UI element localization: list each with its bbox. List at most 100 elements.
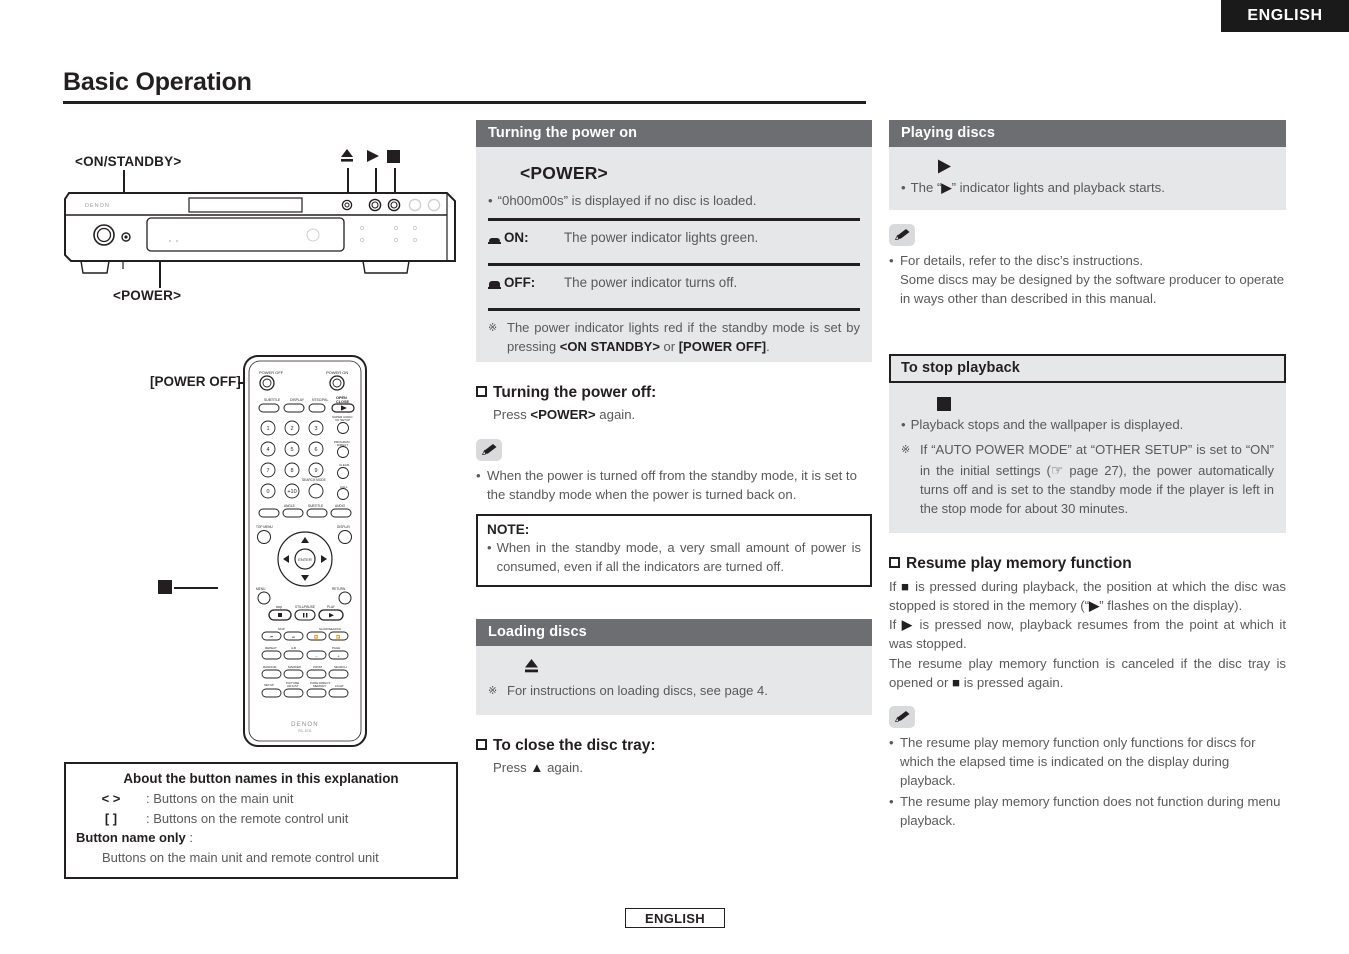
stop-symbol: ■ <box>901 578 911 594</box>
svg-text:DISPLAY: DISPLAY <box>290 398 305 402</box>
svg-text:SKIP: SKIP <box>278 627 285 631</box>
power-off-key: OFF: <box>504 274 536 290</box>
svg-text:⏭: ⏭ <box>292 635 295 639</box>
subheading-label: Turning the power off: <box>493 384 657 402</box>
subheading-close-disc-tray: To close the disc tray: <box>476 737 872 755</box>
resume-notes: • The resume play memory function only f… <box>889 733 1286 830</box>
svg-text:MENU: MENU <box>256 587 266 591</box>
legend-desc-main-unit: : Buttons on the main unit <box>146 791 294 806</box>
bullet-dot: • <box>889 252 894 268</box>
svg-text:AUDIO: AUDIO <box>335 504 346 508</box>
svg-text:LIGHT: LIGHT <box>335 684 344 688</box>
svg-text:0: 0 <box>266 489 269 495</box>
play-icon <box>937 159 1274 177</box>
playing-discs-notes: • For details, refer to the disc’s instr… <box>889 251 1286 308</box>
resume-p3a: The resume play memory function is cance… <box>889 655 1286 690</box>
svg-text:+10: +10 <box>287 489 296 495</box>
svg-text:5: 5 <box>290 447 293 453</box>
power-on-row: ON: The power indicator lights green. <box>488 221 860 256</box>
play-symbol: ▶ <box>1089 597 1100 613</box>
title-divider <box>63 101 866 104</box>
legend-key-button-name-only: Button name only <box>76 830 186 845</box>
pencil-note-icon <box>889 706 915 729</box>
svg-text:ANGLE: ANGLE <box>284 504 295 508</box>
svg-text:SLOW/SEARCH: SLOW/SEARCH <box>319 627 341 631</box>
power-on-value: The power indicator lights green. <box>564 229 759 245</box>
resume-p2a: If <box>889 617 902 633</box>
footer-language-tab: ENGLISH <box>625 908 725 928</box>
legend-desc-remote: : Buttons on the remote control unit <box>146 810 349 826</box>
svg-text:MEMORY: MEMORY <box>313 684 326 688</box>
auto-power-mode-note: ※ If “AUTO POWER MODE” at “OTHER SETUP” … <box>901 441 1274 520</box>
button-name-legend: About the button names in this explanati… <box>64 762 458 879</box>
middle-column: Turning the power on <POWER> • “0h00m00s… <box>476 120 872 777</box>
legend-symbol-bracket: [ ] <box>104 810 118 826</box>
svg-text:stop: stop <box>276 605 282 609</box>
svg-text:RETURN: RETURN <box>332 587 346 591</box>
bullet-dot: • <box>476 467 481 483</box>
playing-bullet-post: ” indicator lights and playback starts. <box>951 180 1165 196</box>
power-off-row: OFF: The power indicator turns off. <box>488 266 860 301</box>
stop-bullet: Playback stops and the wallpaper is disp… <box>910 417 1184 433</box>
power-on-key: ON: <box>504 229 529 245</box>
resume-note-1: The resume play memory function only fun… <box>900 735 1256 789</box>
subheading-turning-power-off: Turning the power off: <box>476 384 872 402</box>
remote-illustration: POWER OFF POWER ON SUBTITLE DISPLAY NTSC… <box>243 355 367 747</box>
button-raised-icon <box>488 273 504 295</box>
svg-text:6: 6 <box>314 447 317 453</box>
close-tray-instruction: Press ▲ again. <box>493 758 872 777</box>
press-post: again. <box>595 407 636 423</box>
svg-text:PAGE: PAGE <box>332 646 340 650</box>
checkbox-icon <box>476 738 487 750</box>
svg-text:4: 4 <box>266 447 269 453</box>
bullet-dot: • <box>901 417 906 433</box>
page-title: Basic Operation <box>63 68 252 96</box>
leader-stop-remote <box>174 587 218 589</box>
power-button-label: <POWER> <box>520 163 608 184</box>
playing-note-1: For details, refer to the disc’s instruc… <box>900 252 1144 268</box>
reference-mark-icon: ※ <box>488 321 498 334</box>
resume-p1a: If <box>889 578 902 594</box>
legend-colon-mark: : <box>189 830 194 845</box>
svg-text:SUBTITLE: SUBTITLE <box>308 504 323 508</box>
loading-discs-block: ※ For instructions on loading discs, see… <box>476 645 872 715</box>
svg-text:1: 1 <box>266 426 269 432</box>
svg-text:MARKER: MARKER <box>288 665 302 669</box>
bullet-dot: • <box>889 793 894 809</box>
press-pre: Press <box>493 759 531 775</box>
note-box: NOTE: • When in the standby mode, a very… <box>476 513 872 587</box>
section-header-turning-power-on: Turning the power on <box>476 120 872 148</box>
legend-row: [ ] : Buttons on the remote control unit <box>76 809 446 829</box>
press-button-ref: <POWER> <box>530 407 596 423</box>
stop-icon <box>937 397 1274 414</box>
bullet-dot: • <box>488 192 493 208</box>
svg-text:TOP MENU: TOP MENU <box>256 525 273 529</box>
svg-text:3: 3 <box>314 426 317 432</box>
pencil-note-icon <box>476 438 502 461</box>
reference-mark-icon: ※ <box>488 684 498 697</box>
svg-text:CLEAR: CLEAR <box>339 463 350 467</box>
standby-note-end: . <box>766 338 770 354</box>
power-on-bullet: “0h00m00s” is displayed if no disc is lo… <box>497 192 757 208</box>
press-post: again. <box>543 759 584 775</box>
svg-text:ADJUST: ADJUST <box>287 684 299 688</box>
resume-description: If ■ is pressed during playback, the pos… <box>889 577 1286 693</box>
section-header-playing-discs: Playing discs <box>889 120 1286 148</box>
svg-text:DENON: DENON <box>291 722 319 728</box>
power-off-note: • When the power is turned off from the … <box>476 466 872 504</box>
subheading-label: Resume play memory function <box>906 554 1132 572</box>
resume-note-2: The resume play memory function does not… <box>900 793 1281 828</box>
svg-text:A-B: A-B <box>291 646 296 650</box>
svg-text:8: 8 <box>290 468 293 474</box>
stop-icon <box>387 148 405 166</box>
svg-text:SEARCH MODE: SEARCH MODE <box>302 478 326 482</box>
legend-title: About the button names in this explanati… <box>123 771 399 786</box>
main-unit-illustration: DENON <box>64 192 456 274</box>
pointing-hand-icon: ☞ <box>1050 461 1064 478</box>
remote-stop-icon <box>158 580 172 599</box>
standby-note: ※ The power indicator lights red if the … <box>488 311 860 359</box>
power-on-block: <POWER> • “0h00m00s” is displayed if no … <box>476 147 872 363</box>
note-text-row: • When in the standby mode, a very small… <box>487 539 861 577</box>
svg-text:7: 7 <box>266 468 269 474</box>
svg-text:NTSC/PAL: NTSC/PAL <box>312 398 328 402</box>
